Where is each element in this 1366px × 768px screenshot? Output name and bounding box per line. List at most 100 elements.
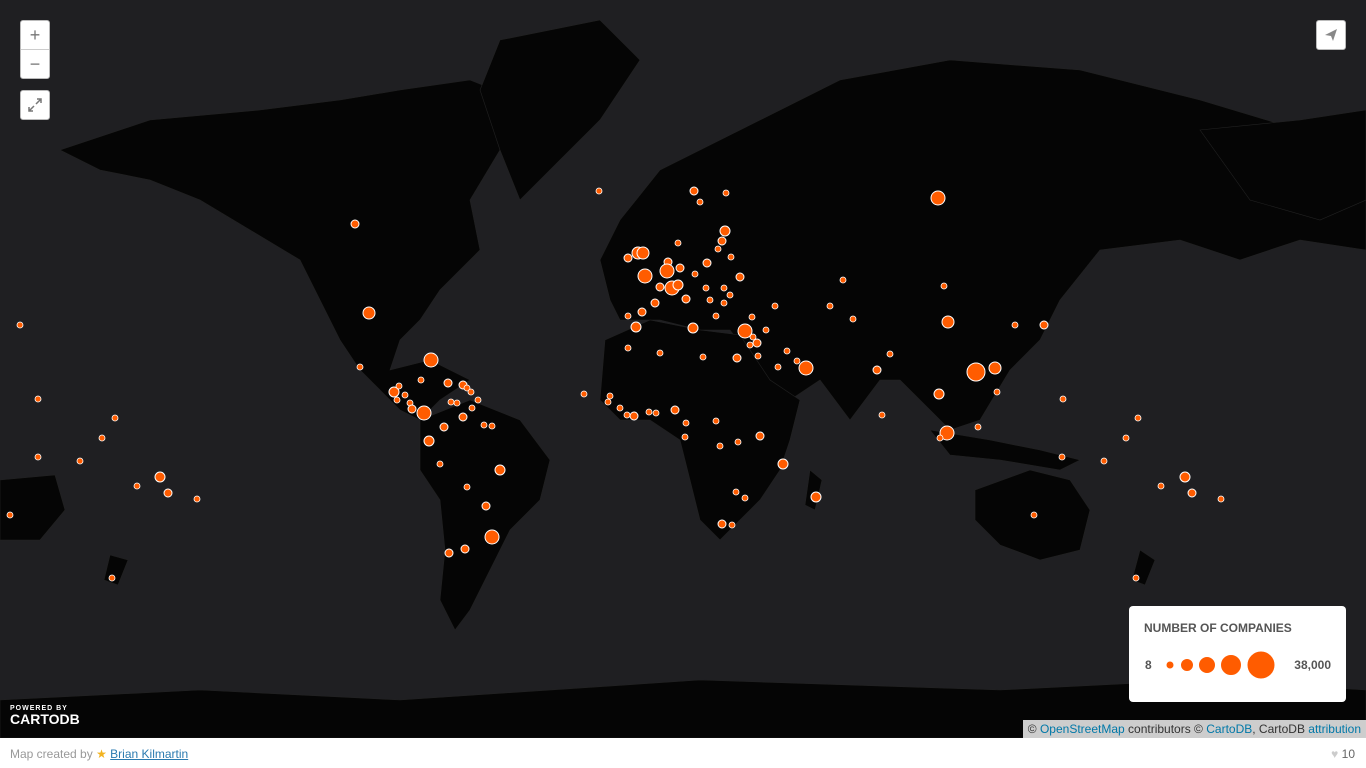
company-bubble[interactable] <box>696 198 704 206</box>
company-bubble[interactable] <box>580 390 588 398</box>
company-bubble[interactable] <box>702 258 712 268</box>
company-bubble[interactable] <box>16 321 24 329</box>
company-bubble[interactable] <box>886 350 894 358</box>
company-bubble[interactable] <box>728 521 736 529</box>
company-bubble[interactable] <box>407 404 417 414</box>
company-bubble[interactable] <box>706 296 714 304</box>
company-bubble[interactable] <box>350 219 360 229</box>
company-bubble[interactable] <box>395 382 403 390</box>
company-bubble[interactable] <box>417 376 425 384</box>
company-bubble[interactable] <box>604 398 612 406</box>
company-bubble[interactable] <box>1217 495 1225 503</box>
company-bubble[interactable] <box>755 431 765 441</box>
company-bubble[interactable] <box>783 347 791 355</box>
company-bubble[interactable] <box>1187 488 1197 498</box>
company-bubble[interactable] <box>699 353 707 361</box>
company-bubble[interactable] <box>1039 320 1049 330</box>
share-button[interactable] <box>1316 20 1346 50</box>
company-bubble[interactable] <box>624 312 632 320</box>
company-bubble[interactable] <box>720 299 728 307</box>
company-bubble[interactable] <box>988 361 1002 375</box>
company-bubble[interactable] <box>624 344 632 352</box>
company-bubble[interactable] <box>754 352 762 360</box>
company-bubble[interactable] <box>655 282 665 292</box>
company-bubble[interactable] <box>771 302 779 310</box>
company-bubble[interactable] <box>480 421 488 429</box>
company-bubble[interactable] <box>401 391 409 399</box>
company-bubble[interactable] <box>717 519 727 529</box>
company-bubble[interactable] <box>1134 414 1142 422</box>
company-bubble[interactable] <box>488 422 496 430</box>
company-bubble[interactable] <box>416 405 432 421</box>
company-bubble[interactable] <box>849 315 857 323</box>
company-bubble[interactable] <box>930 190 946 206</box>
company-bubble[interactable] <box>720 284 728 292</box>
company-bubble[interactable] <box>670 405 680 415</box>
company-bubble[interactable] <box>762 326 770 334</box>
company-bubble[interactable] <box>494 464 506 476</box>
osm-link[interactable]: OpenStreetMap <box>1040 722 1125 736</box>
company-bubble[interactable] <box>752 338 762 348</box>
company-bubble[interactable] <box>447 398 455 406</box>
company-bubble[interactable] <box>393 396 401 404</box>
company-bubble[interactable] <box>735 272 745 282</box>
company-bubble[interactable] <box>34 453 42 461</box>
company-bubble[interactable] <box>674 239 682 247</box>
company-bubble[interactable] <box>774 363 782 371</box>
company-bubble[interactable] <box>629 411 639 421</box>
company-bubble[interactable] <box>810 491 822 503</box>
company-bubble[interactable] <box>444 548 454 558</box>
company-bubble[interactable] <box>34 395 42 403</box>
company-bubble[interactable] <box>595 187 603 195</box>
company-bubble[interactable] <box>443 378 453 388</box>
company-bubble[interactable] <box>719 225 731 237</box>
company-bubble[interactable] <box>154 471 166 483</box>
company-bubble[interactable] <box>362 306 376 320</box>
company-bubble[interactable] <box>966 362 986 382</box>
company-bubble[interactable] <box>439 422 449 432</box>
company-bubble[interactable] <box>659 263 675 279</box>
company-bubble[interactable] <box>726 291 734 299</box>
company-bubble[interactable] <box>727 253 735 261</box>
company-bubble[interactable] <box>940 282 948 290</box>
company-bubble[interactable] <box>616 404 624 412</box>
company-bubble[interactable] <box>637 307 647 317</box>
company-bubble[interactable] <box>732 488 740 496</box>
company-bubble[interactable] <box>681 433 689 441</box>
company-bubble[interactable] <box>672 279 684 291</box>
company-bubble[interactable] <box>839 276 847 284</box>
company-bubble[interactable] <box>1100 457 1108 465</box>
company-bubble[interactable] <box>712 312 720 320</box>
company-bubble[interactable] <box>463 483 471 491</box>
company-bubble[interactable] <box>1157 482 1165 490</box>
company-bubble[interactable] <box>675 263 685 273</box>
company-bubble[interactable] <box>606 392 614 400</box>
company-bubble[interactable] <box>484 529 500 545</box>
company-bubble[interactable] <box>716 442 724 450</box>
company-bubble[interactable] <box>656 349 664 357</box>
company-bubble[interactable] <box>941 315 955 329</box>
map-canvas[interactable]: + − NUMBER OF COMPANIES 8 38,000 POWERED… <box>0 0 1366 738</box>
zoom-in-button[interactable]: + <box>21 21 49 50</box>
company-bubble[interactable] <box>76 457 84 465</box>
company-bubble[interactable] <box>423 352 439 368</box>
company-bubble[interactable] <box>748 313 756 321</box>
cartodb-logo[interactable]: POWERED BY CARTODB <box>10 705 80 727</box>
company-bubble[interactable] <box>650 298 660 308</box>
company-bubble[interactable] <box>734 438 742 446</box>
company-bubble[interactable] <box>111 414 119 422</box>
company-bubble[interactable] <box>798 360 814 376</box>
author-link[interactable]: Brian Kilmartin <box>110 747 188 761</box>
company-bubble[interactable] <box>933 388 945 400</box>
company-bubble[interactable] <box>1132 574 1140 582</box>
company-bubble[interactable] <box>645 408 653 416</box>
company-bubble[interactable] <box>1179 471 1191 483</box>
company-bubble[interactable] <box>423 435 435 447</box>
company-bubble[interactable] <box>108 574 116 582</box>
company-bubble[interactable] <box>746 341 754 349</box>
company-bubble[interactable] <box>636 246 650 260</box>
company-bubble[interactable] <box>133 482 141 490</box>
company-bubble[interactable] <box>732 353 742 363</box>
company-bubble[interactable] <box>687 322 699 334</box>
company-bubble[interactable] <box>193 495 201 503</box>
